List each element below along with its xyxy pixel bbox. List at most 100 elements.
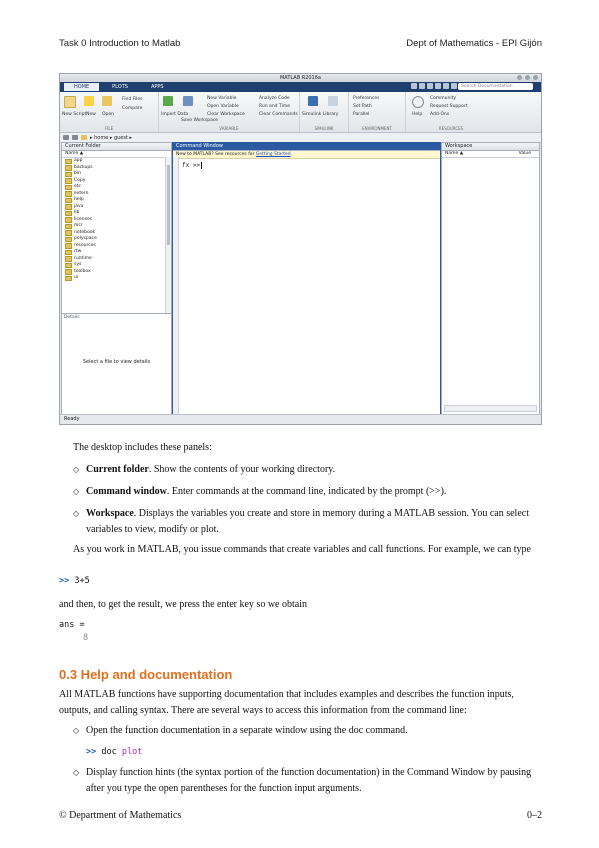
save-workspace-icon[interactable] [183,96,193,106]
group-label-file: FILE [104,126,114,131]
tab-home[interactable]: HOME [64,83,100,91]
folder-item[interactable]: ui [62,275,171,282]
workspace-name-column[interactable]: Name ▲ [445,151,463,157]
clear-commands-button[interactable]: Clear Commands [259,112,298,117]
code-example-sum: >> 3+5 [59,574,90,588]
bullet-term: Command window [86,486,167,497]
folder-up-icon[interactable] [81,135,87,140]
workspace-value-column[interactable]: Value [519,151,531,157]
current-folder-panel: Current Folder Name ▲ app backups bin Copy e… [61,142,172,415]
workspace-title[interactable]: Workspace [442,143,539,151]
compare-button[interactable]: Compare [122,106,142,111]
new-script-button[interactable]: New Script [62,112,86,117]
import-data-button[interactable]: Import Data [161,112,188,117]
community-button[interactable]: Community [430,96,456,101]
command-window-scrollbar[interactable] [173,157,179,414]
desktop-panes: Current Folder Name ▲ app backups bin Copy e… [60,142,541,415]
paragraph-enter-key: and then, to get the result, we press th… [59,599,307,610]
status-bar: Ready [60,414,541,424]
import-data-icon[interactable] [163,96,173,106]
ribbon-group-resources: Help Community Request Support Add-Ons R… [406,92,496,132]
folder-icon [65,184,72,190]
header-left: Task 0 Introduction to Matlab [59,38,181,49]
folder-icon [65,158,72,164]
analyze-code-button[interactable]: Analyze Code [259,96,290,101]
command-window-panel[interactable]: Command Window New to MATLAB? See resour… [172,142,441,415]
simulink-button[interactable]: Simulink Library [302,112,338,117]
paste-icon[interactable] [435,83,441,89]
code-answer-value: 8 [83,633,89,643]
parallel-button[interactable]: Parallel [353,112,369,117]
save-workspace-button[interactable]: Save Workspace [181,118,218,123]
folder-icon [65,275,72,281]
help-icon[interactable] [412,96,424,108]
copy-icon[interactable] [427,83,433,89]
layout-icon[interactable] [328,96,338,106]
cut-icon[interactable] [419,83,425,89]
redo-icon[interactable] [451,83,457,89]
set-path-button[interactable]: Set Path [353,104,372,109]
command-window-info-bar: New to MATLAB? See resources for Getting… [173,151,440,159]
bullet-command-window: ◇ Command window. Enter commands at the … [73,486,447,497]
minimize-icon[interactable] [517,75,522,80]
command-window-title[interactable]: Command Window [173,143,440,151]
clear-workspace-button[interactable]: Clear Workspace [207,112,245,117]
current-folder-title[interactable]: Current Folder [62,143,171,151]
folder-icon [65,217,72,223]
info-text: New to MATLAB? See resources for [176,152,256,157]
ribbon-group-environment: Preferences Set Path Parallel ENVIRONMEN… [349,92,406,132]
workspace-panel: Workspace Name ▲ Value [441,142,540,415]
open-variable-button[interactable]: Open Variable [207,104,239,109]
help-button[interactable]: Help [412,112,422,117]
save-icon[interactable] [411,83,417,89]
window-title: MATLAB R2016a [279,75,321,81]
tab-apps[interactable]: APPS [141,83,174,91]
undo-icon[interactable] [443,83,449,89]
page-header: Task 0 Introduction to Matlab Dept of Ma… [59,38,542,49]
workspace-scrollbar[interactable] [444,405,537,412]
bullet-text: . Enter commands at the command line, in… [166,486,447,497]
folder-scrollbar[interactable] [165,157,171,313]
preferences-button[interactable]: Preferences [353,96,379,101]
open-button[interactable]: Open [102,112,114,117]
new-variable-button[interactable]: New Variable [207,96,236,101]
bullet-text: Display function hints (the syntax porti… [86,767,532,794]
add-ons-button[interactable]: Add-Ons [430,112,449,117]
paragraph-commands: As you work in MATLAB, you issue command… [73,544,531,555]
ribbon-group-simulink: Simulink Library SIMULINK [300,92,349,132]
bullet-function-hints: ◇ Display function hints (the syntax por… [73,765,543,797]
name-column-label[interactable]: Name ▲ [65,151,83,157]
close-icon[interactable] [533,75,538,80]
run-and-time-button[interactable]: Run and Time [259,104,290,109]
intro-text: The desktop includes these panels: [73,442,212,453]
maximize-icon[interactable] [525,75,530,80]
ribbon-group-variable: Import Data Save Workspace New Variable … [159,92,300,132]
back-icon[interactable] [63,135,69,140]
folder-list: app backups bin Copy etc extern help java lib lic… [62,158,171,282]
code-answer-label: ans = [59,620,85,630]
code-expression: 3+5 [74,576,90,586]
code-prompt: >> [86,747,97,757]
simulink-icon[interactable] [308,96,318,106]
folder-icon [65,165,72,171]
open-icon[interactable] [102,96,112,106]
forward-icon[interactable] [72,135,78,140]
matlab-desktop-screenshot: MATLAB R2016a HOME PLOTS APPS Search Doc… [59,73,542,425]
paragraph-documentation: All MATLAB functions have supporting doc… [59,689,514,716]
tab-plots[interactable]: PLOTS [102,83,138,91]
new-icon[interactable] [84,96,94,106]
command-prompt[interactable]: fx >> [173,159,440,172]
getting-started-link[interactable]: Getting Started [256,152,291,157]
request-support-button[interactable]: Request Support [430,104,468,109]
folder-icon [65,223,72,229]
name-column-header[interactable]: Name ▲ [62,151,171,158]
bullet-workspace: ◇ Workspace. Displays the variables you … [73,508,529,535]
new-button[interactable]: New [86,112,96,117]
new-script-icon[interactable] [64,96,76,108]
details-panel: Details Select a file to view details [62,313,171,414]
search-documentation-input[interactable]: Search Documentation [458,83,533,90]
folder-item-label: ui [74,275,79,280]
code-command: doc [101,747,117,757]
find-files-button[interactable]: Find Files [122,97,143,102]
address-path[interactable]: ▸ home ▸ guest ▸ [90,135,132,141]
